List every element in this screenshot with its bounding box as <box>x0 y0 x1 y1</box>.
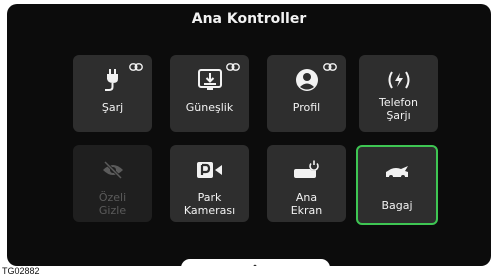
tile-label: Bagaj <box>381 199 413 212</box>
tile-profil[interactable]: Profil <box>267 55 346 132</box>
tile-park-kamerasi[interactable]: Park Kamerası <box>170 145 249 222</box>
main-screen-power-icon <box>267 158 346 182</box>
tile-label: Şarj <box>101 101 124 114</box>
screen-title: Ana Kontroller <box>191 11 307 27</box>
tile-label: Profil <box>292 101 321 114</box>
tile-telefon-sarji[interactable]: Telefon Şarjı <box>359 55 438 132</box>
wireless-charge-icon <box>359 68 438 92</box>
park-camera-icon <box>170 158 249 182</box>
figure-code: TG02882 <box>2 266 40 276</box>
tile-bagaj[interactable]: Bagaj <box>356 145 438 225</box>
control-screen: Ana Kontroller Şarj Güneşlik Profil Tele… <box>7 4 491 266</box>
ev-plug-icon <box>73 68 152 92</box>
privacy-hide-icon <box>73 158 152 182</box>
tile-label: Özeli Gizle <box>98 191 127 217</box>
tile-ana-ekran[interactable]: Ana Ekran <box>267 145 346 222</box>
chevron-up-icon <box>253 264 257 266</box>
tile-label: Telefon Şarjı <box>378 96 418 122</box>
trunk-icon <box>358 160 436 184</box>
tile-sarj[interactable]: Şarj <box>73 55 152 132</box>
tile-label: Güneşlik <box>185 101 234 114</box>
tile-ozeli-gizle: Özeli Gizle <box>73 145 152 222</box>
profile-icon <box>267 68 346 92</box>
tile-label: Park Kamerası <box>183 191 236 217</box>
sunshade-icon <box>170 68 249 92</box>
bottom-handle[interactable] <box>181 259 330 266</box>
tile-label: Ana Ekran <box>290 191 323 217</box>
tile-guneslik[interactable]: Güneşlik <box>170 55 249 132</box>
